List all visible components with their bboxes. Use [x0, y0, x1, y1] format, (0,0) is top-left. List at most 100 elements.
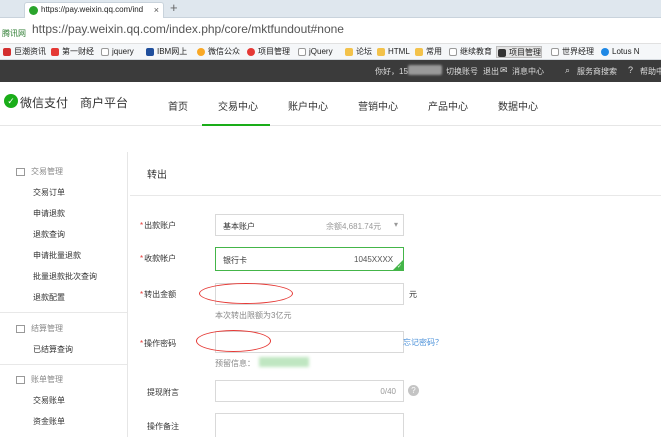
sidebar-item-batch-query[interactable]: 批量退款批次查询	[33, 271, 97, 282]
to-account-card[interactable]: 银行卡 1045XXXX ✓	[215, 247, 404, 271]
bookmark-item[interactable]: 微信公众	[196, 46, 240, 58]
note-input[interactable]	[215, 413, 404, 437]
folder-icon	[345, 48, 353, 56]
amount-unit: 元	[409, 290, 417, 299]
sidebar-group-bills: 账单管理	[16, 374, 63, 385]
sidebar-divider	[0, 312, 127, 313]
page-icon	[449, 48, 457, 56]
folder-icon	[377, 48, 385, 56]
site-tag: 腾讯网	[2, 29, 26, 38]
nav-account-center[interactable]: 账户中心	[288, 98, 328, 113]
red-annotation-circle	[199, 283, 293, 304]
check-icon: ✓	[396, 264, 402, 270]
remark-input[interactable]: 0/40	[215, 380, 404, 402]
sidebar-item-refund-query[interactable]: 退款查询	[33, 229, 65, 240]
password-label: *操作密码	[140, 339, 177, 348]
sidebar-item-batch-refund[interactable]: 申请批量退款	[33, 250, 81, 261]
bookmark-item[interactable]: jQuery	[297, 46, 333, 58]
bookmark-item[interactable]: 巨潮资讯	[2, 46, 46, 58]
from-account-select[interactable]: 基本账户 余额4,681.74元 ▾	[215, 214, 404, 236]
bookmark-item[interactable]: 继续教育	[448, 46, 492, 58]
sidebar-group-trade: 交易管理	[16, 166, 63, 177]
remark-counter: 0/40	[380, 387, 396, 396]
nav-home[interactable]: 首页	[168, 98, 188, 113]
nav-trade-center[interactable]: 交易中心	[218, 98, 258, 113]
nav-marketing-center[interactable]: 营销中心	[358, 98, 398, 113]
browser-tab-bar: https://pay.weixin.qq.com/ind × +	[0, 0, 661, 18]
message-icon: ✉	[500, 65, 508, 75]
forgot-password-link[interactable]: 忘记密码？	[403, 337, 443, 348]
site-header: ✓ 微信支付 商户平台 首页 交易中心 账户中心 营销中心 产品中心 数据中心	[0, 82, 661, 126]
sidebar-item-refund[interactable]: 申请退款	[33, 208, 65, 219]
help-icon: ?	[628, 65, 634, 75]
message-center-link[interactable]: 消息中心	[512, 66, 544, 77]
new-tab-icon[interactable]: +	[170, 1, 178, 15]
trade-icon	[16, 167, 25, 176]
browser-tab[interactable]: https://pay.weixin.qq.com/ind ×	[24, 2, 164, 18]
to-account-label: *收款帐户	[140, 254, 177, 263]
reserved-info-label: 预留信息：	[215, 359, 255, 368]
bookmark-item[interactable]: Lotus N	[600, 46, 640, 58]
logo-text: 微信支付	[20, 96, 69, 110]
switch-account-link[interactable]: 切换账号	[446, 66, 478, 77]
card-number: 1045XXXX	[354, 255, 394, 264]
pinwheel-icon	[197, 48, 205, 56]
account-topbar: 你好，15 切换账号 退出 ✉ 消息中心 ⌕ 服务商搜索 ? 帮助中	[0, 60, 661, 82]
chevron-down-icon: ▾	[394, 220, 399, 229]
bookmark-item[interactable]: 项目管理	[496, 46, 542, 58]
sidebar-divider	[0, 364, 127, 365]
grid-icon	[498, 49, 506, 57]
merchant-search-link[interactable]: 服务商搜索	[577, 66, 617, 77]
amount-limit-hint: 本次转出限额为3亿元	[215, 311, 292, 320]
help-icon[interactable]: ?	[408, 385, 419, 396]
sidebar-item-orders[interactable]: 交易订单	[33, 187, 65, 198]
logout-link[interactable]: 退出	[483, 66, 499, 77]
masked-reserved-info	[259, 357, 309, 367]
sidebar-item-fund-bill[interactable]: 资金账单	[33, 416, 65, 427]
platform-title: 商户平台	[80, 96, 129, 110]
bookmark-folder[interactable]: HTML	[376, 46, 410, 58]
sidebar-group-settlement: 结算管理	[16, 323, 63, 334]
balance-text: 余额4,681.74元	[326, 222, 382, 231]
settlement-icon	[16, 324, 25, 333]
sidebar-item-settled[interactable]: 已结算查询	[33, 344, 73, 355]
bookmarks-bar: 巨潮资讯 第一财经 jquery IBM网上 微信公众 项目管理 jQuery …	[0, 44, 661, 60]
bookmark-icon	[51, 48, 59, 56]
bookmark-item[interactable]: 项目管理	[246, 46, 290, 58]
bookmark-folder[interactable]: 论坛	[344, 46, 372, 58]
bookmark-item[interactable]: 第一财经	[50, 46, 94, 58]
url-field[interactable]: https://pay.weixin.qq.com/index.php/core…	[32, 22, 344, 36]
help-center-link[interactable]: 帮助中	[640, 66, 661, 77]
active-nav-indicator	[202, 124, 270, 126]
nav-data-center[interactable]: 数据中心	[498, 98, 538, 113]
bookmark-item[interactable]: 世界经理	[550, 46, 594, 58]
ibm-icon	[146, 48, 154, 56]
page-title: 转出	[147, 170, 167, 181]
red-annotation-circle	[196, 330, 271, 352]
sidebar-item-refund-config[interactable]: 退款配置	[33, 292, 65, 303]
wechat-pay-logo-icon: ✓	[4, 94, 18, 108]
page-icon	[551, 48, 559, 56]
bookmark-icon	[3, 48, 11, 56]
page-icon	[101, 48, 109, 56]
page-icon	[298, 48, 306, 56]
globe-icon	[601, 48, 609, 56]
from-account-value: 基本账户	[223, 222, 255, 231]
remark-label: 提现附言	[147, 388, 179, 397]
folder-icon	[415, 48, 423, 56]
amount-label: *转出金额	[140, 290, 177, 299]
sidebar-item-trade-bill[interactable]: 交易账单	[33, 395, 65, 406]
wechat-favicon-icon	[29, 6, 38, 15]
masked-username	[408, 65, 442, 75]
bookmark-folder[interactable]: 常用	[414, 46, 442, 58]
sidebar: 交易管理 交易订单 申请退款 退款查询 申请批量退款 批量退款批次查询 退款配置…	[0, 152, 128, 437]
tab-close-icon[interactable]: ×	[154, 3, 159, 17]
tab-title: https://pay.weixin.qq.com/ind	[41, 5, 144, 14]
bank-card-label: 银行卡	[223, 256, 247, 265]
search-icon: ⌕	[565, 65, 571, 75]
bookmark-item[interactable]: IBM网上	[145, 46, 187, 58]
title-divider	[130, 195, 661, 196]
nav-product-center[interactable]: 产品中心	[428, 98, 468, 113]
bookmark-icon	[247, 48, 255, 56]
bookmark-item[interactable]: jquery	[100, 46, 134, 58]
